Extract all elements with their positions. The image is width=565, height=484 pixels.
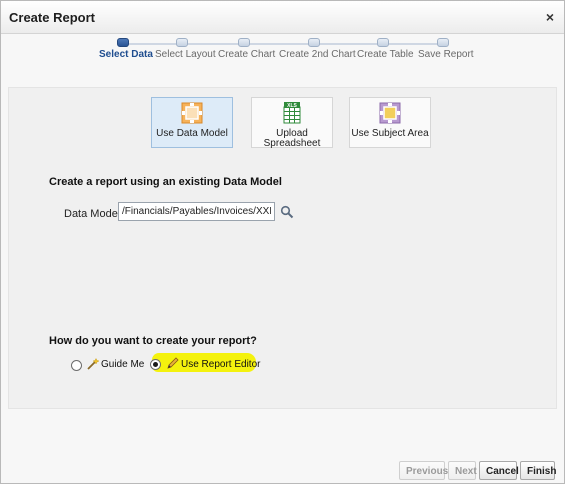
previous-button[interactable]: Previous — [399, 461, 448, 480]
use-data-model-tile[interactable]: Use Data Model — [151, 97, 233, 148]
step-label: Create Chart — [218, 49, 276, 60]
data-model-field[interactable] — [118, 202, 275, 221]
upload-spreadsheet-tile[interactable]: XLS Upload Spreadsheet — [251, 97, 333, 149]
step-marker-icon — [117, 38, 129, 47]
use-report-editor-label[interactable]: Use Report Editor — [181, 359, 260, 370]
creation-question: How do you want to create your report? — [49, 335, 257, 347]
tile-label-line2: Spreadsheet — [263, 138, 321, 149]
next-button[interactable]: Next — [448, 461, 477, 480]
dialog-title: Create Report — [9, 10, 95, 25]
wizard-train: Select Data Select Layout Create Chart C… — [1, 34, 564, 74]
guide-me-radio[interactable] — [71, 360, 82, 371]
step-marker-icon — [308, 38, 320, 47]
cancel-button[interactable]: Cancel — [479, 461, 519, 480]
step-marker-icon — [437, 38, 449, 47]
use-subject-area-tile[interactable]: Use Subject Area — [349, 97, 431, 148]
pencil-icon — [167, 357, 179, 369]
dialog-titlebar: Create Report × — [1, 1, 564, 34]
train-connector — [122, 43, 443, 45]
step-label: Save Report — [418, 49, 474, 60]
guide-me-label[interactable]: Guide Me — [101, 359, 144, 370]
step-label: Select Layout — [155, 49, 216, 60]
xls-badge: XLS — [287, 103, 297, 109]
spreadsheet-icon: XLS — [283, 102, 301, 124]
finish-button[interactable]: Finish — [520, 461, 556, 480]
step-marker-icon — [176, 38, 188, 47]
search-icon[interactable] — [280, 205, 294, 219]
step-marker-icon — [377, 38, 389, 47]
step-label: Create 2nd Chart — [279, 49, 356, 60]
data-model-label: Data Model — [64, 208, 121, 220]
tile-label: Use Data Model — [156, 128, 228, 139]
wand-icon — [87, 358, 99, 370]
data-model-heading: Create a report using an existing Data M… — [49, 176, 282, 188]
data-model-icon — [181, 102, 203, 124]
step-label: Select Data — [99, 49, 153, 60]
use-report-editor-radio[interactable] — [150, 359, 161, 370]
subject-area-icon — [379, 102, 401, 124]
create-report-dialog: Create Report × Select Data Select Layou… — [0, 0, 565, 484]
data-source-panel: Use Data Model XLS Upload Spreadsheet Us… — [8, 87, 557, 409]
tile-label: Use Subject Area — [351, 128, 429, 139]
close-icon[interactable]: × — [546, 9, 554, 25]
step-marker-icon — [238, 38, 250, 47]
step-label: Create Table — [357, 49, 414, 60]
